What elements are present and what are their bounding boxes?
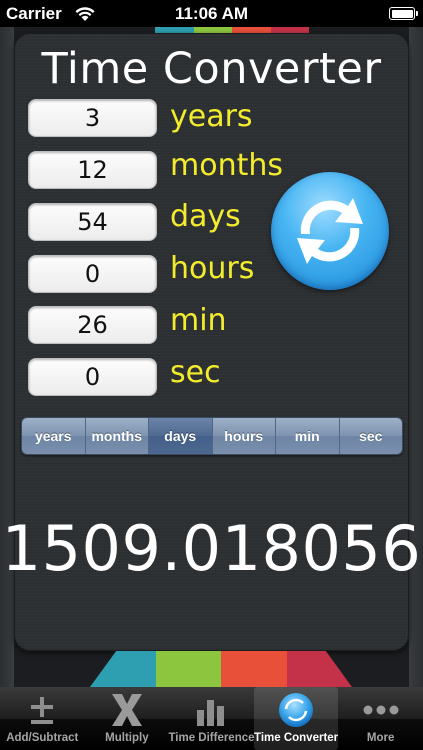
refresh-icon: [297, 198, 363, 264]
tab-more[interactable]: More: [338, 687, 423, 750]
hours-label: hours: [170, 251, 255, 286]
convert-globe-icon: [279, 693, 314, 727]
days-label: days: [170, 199, 241, 234]
bar-chart-icon: [197, 700, 225, 726]
months-label: months: [170, 148, 283, 183]
stripe: [155, 651, 221, 687]
result-value: 1509.018056: [1, 512, 422, 585]
stripe: [90, 651, 156, 687]
tab-label: Add/Subtract: [6, 732, 79, 744]
tab-label: Time Difference: [168, 732, 255, 744]
hours-input[interactable]: 0: [28, 255, 157, 293]
clock-label: 11:06 AM: [174, 4, 249, 23]
stripe: [221, 651, 287, 687]
side-shade-right: [409, 27, 423, 687]
tab-label: Multiply: [105, 732, 149, 744]
segment-months[interactable]: months: [85, 418, 149, 454]
tab-time-converter[interactable]: Time Converter: [253, 687, 339, 750]
days-input[interactable]: 54: [28, 203, 157, 241]
plus-minus-icon: [31, 697, 54, 724]
months-input[interactable]: 12: [28, 151, 157, 189]
tab-bar: Add/Subtract Multiply Time Difference Ti…: [0, 687, 423, 750]
page-title: Time Converter: [41, 44, 382, 94]
tab-time-difference[interactable]: Time Difference: [168, 687, 255, 750]
segment-days[interactable]: days: [149, 418, 213, 454]
segment-sec[interactable]: sec: [339, 418, 402, 454]
output-unit-selector: years months days hours min sec: [21, 417, 403, 455]
tab-label: More: [366, 732, 395, 744]
status-bar: Carrier 11:06 AM: [0, 0, 423, 27]
more-dots-icon: [363, 705, 399, 715]
battery-icon: [389, 7, 418, 20]
segment-hours[interactable]: hours: [212, 418, 276, 454]
segment-years[interactable]: years: [22, 418, 86, 454]
segment-min[interactable]: min: [276, 418, 340, 454]
stripe: [286, 651, 352, 687]
tab-label: Time Converter: [254, 732, 339, 744]
tab-add-subtract[interactable]: Add/Subtract: [0, 687, 85, 750]
sec-input[interactable]: 0: [28, 358, 157, 396]
years-input[interactable]: 3: [28, 99, 157, 137]
sec-label: sec: [170, 355, 221, 390]
tab-multiply[interactable]: Multiply: [85, 687, 170, 750]
convert-button[interactable]: [271, 172, 389, 290]
min-label: min: [170, 303, 227, 338]
bottom-color-stripes: [90, 651, 352, 687]
multiply-icon: [111, 694, 142, 726]
years-label: years: [170, 99, 253, 134]
side-shade-left: [0, 27, 14, 687]
min-input[interactable]: 26: [28, 306, 157, 344]
